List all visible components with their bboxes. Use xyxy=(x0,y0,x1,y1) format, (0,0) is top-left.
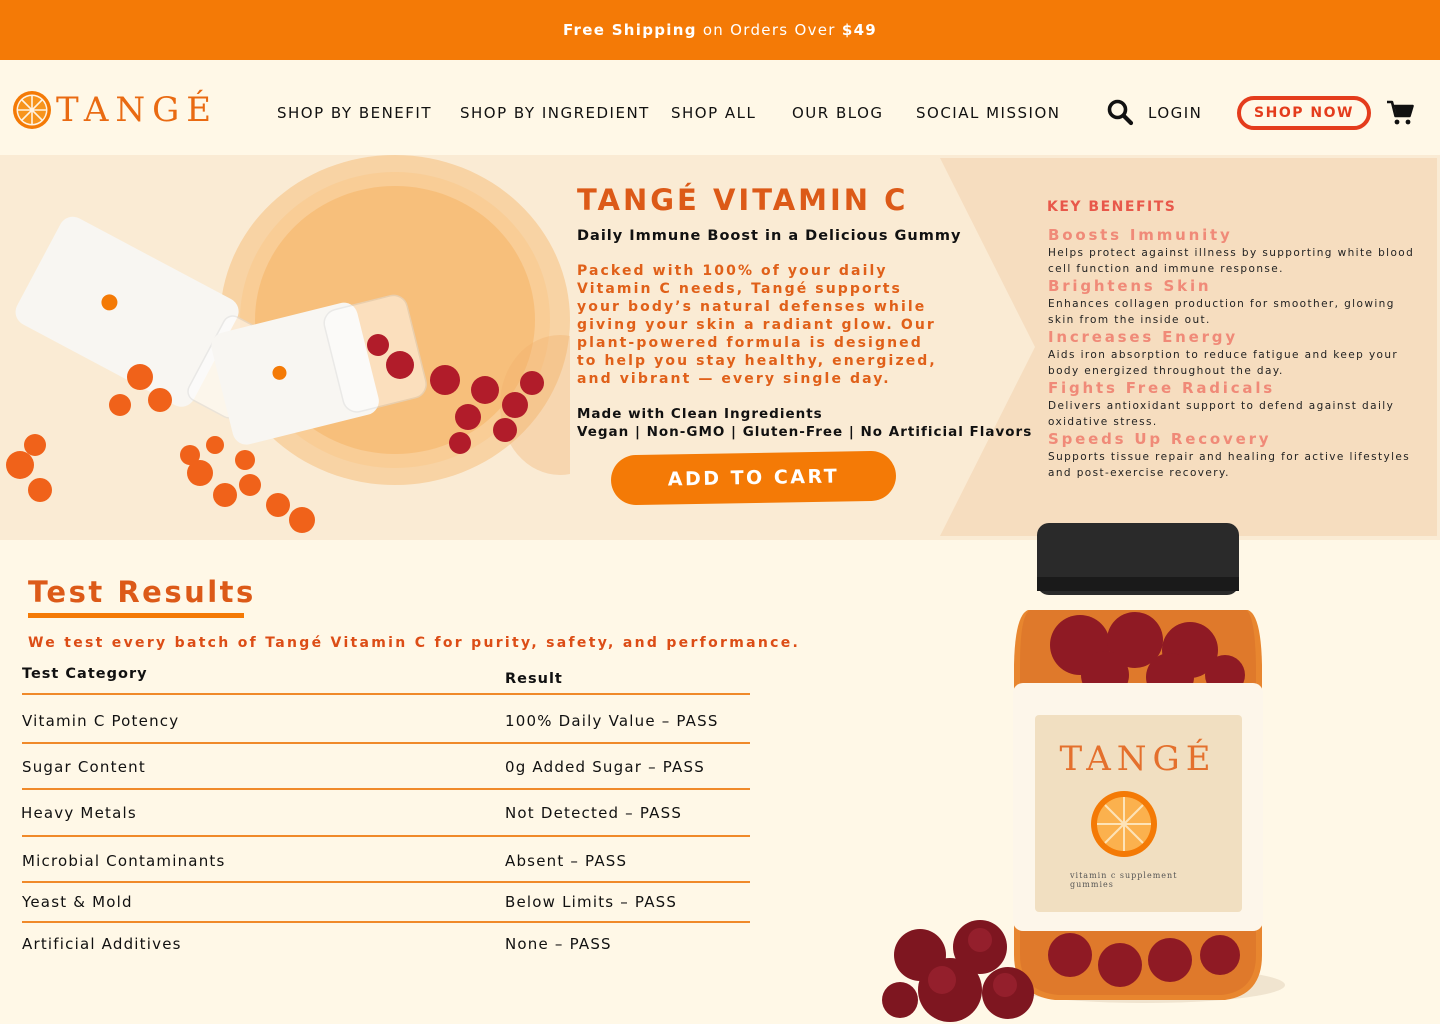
benefit-title: Fights Free Radicals xyxy=(1048,379,1276,397)
hero-section: TANGÉ VITAMIN C Daily Immune Boost in a … xyxy=(0,155,1440,540)
table-cell-result: Below Limits – PASS xyxy=(505,893,678,911)
table-cell-result: 100% Daily Value – PASS xyxy=(505,712,719,730)
key-benefits-heading: KEY BENEFITS xyxy=(1047,199,1177,215)
shop-now-button[interactable]: SHOP NOW xyxy=(1237,96,1371,130)
nav-item-our-blog[interactable]: OUR BLOG xyxy=(792,104,884,122)
benefit-item: Boosts Immunity Helps protect against il… xyxy=(1048,226,1423,277)
site-header: TANGÉ SHOP BY BENEFIT SHOP BY INGREDIENT… xyxy=(0,60,1440,155)
benefit-item: Increases Energy Aids iron absorption to… xyxy=(1048,328,1423,379)
column-header-result: Result xyxy=(505,671,563,687)
search-icon[interactable] xyxy=(1106,98,1134,126)
login-link[interactable]: LOGIN xyxy=(1148,104,1202,122)
benefit-item: Brightens Skin Enhances collagen product… xyxy=(1048,277,1423,328)
jar-label-line2: gummies xyxy=(1070,880,1114,889)
benefit-title: Increases Energy xyxy=(1048,328,1238,346)
table-cell-category: Vitamin C Potency xyxy=(22,712,180,730)
benefit-text: Aids iron absorption to reduce fatigue a… xyxy=(1048,349,1399,377)
table-divider xyxy=(22,693,750,695)
cart-icon[interactable] xyxy=(1386,100,1414,126)
jar-label-brand: TANGÉ xyxy=(1059,738,1216,779)
table-divider xyxy=(22,742,750,744)
clean-ingredients-heading: Made with Clean Ingredients xyxy=(577,406,823,422)
table-cell-category: Sugar Content xyxy=(22,758,146,776)
brand-logo[interactable]: TANGÉ xyxy=(12,90,218,130)
hero-product-image xyxy=(6,155,570,533)
hero-clean-ingredients: Made with Clean Ingredients Vegan | Non-… xyxy=(577,405,1032,441)
benefit-text: Delivers antioxidant support to defend a… xyxy=(1048,400,1395,428)
benefit-item: Fights Free Radicals Delivers antioxidan… xyxy=(1048,379,1423,430)
table-cell-category: Yeast & Mold xyxy=(22,893,133,911)
table-cell-result: None – PASS xyxy=(505,935,612,953)
benefit-text: Helps protect against illness by support… xyxy=(1048,247,1415,275)
table-divider xyxy=(22,788,750,790)
nav-item-shop-by-benefit[interactable]: SHOP BY BENEFIT xyxy=(277,104,432,122)
table-cell-category: Microbial Contaminants xyxy=(22,852,226,870)
promo-middle: on Orders Over xyxy=(696,21,842,39)
product-jar-image: TANGÉ vitamin c supplement gummies xyxy=(882,523,1285,1022)
table-divider xyxy=(22,835,750,837)
table-cell-category: Heavy Metals xyxy=(21,804,137,822)
orange-slice-icon xyxy=(13,91,51,129)
benefit-title: Brightens Skin xyxy=(1048,277,1212,295)
test-results-underline xyxy=(28,613,244,618)
table-divider xyxy=(22,881,750,883)
clean-ingredients-badges: Vegan | Non-GMO | Gluten-Free | No Artif… xyxy=(577,424,1033,440)
nav-item-social-mission[interactable]: SOCIAL MISSION xyxy=(916,104,1060,122)
jar-label-line1: vitamin c supplement xyxy=(1069,871,1177,880)
test-results-intro: We test every batch of Tangé Vitamin C f… xyxy=(28,635,801,651)
benefit-text: Supports tissue repair and healing for a… xyxy=(1048,451,1411,479)
key-benefits-list: Boosts Immunity Helps protect against il… xyxy=(1048,226,1423,481)
table-cell-result: Absent – PASS xyxy=(505,852,628,870)
promo-bar: Free Shipping on Orders Over $49 xyxy=(0,0,1440,60)
hero-subtitle: Daily Immune Boost in a Delicious Gummy xyxy=(577,228,962,244)
table-divider xyxy=(22,921,750,923)
benefit-item: Speeds Up Recovery Supports tissue repai… xyxy=(1048,430,1423,481)
benefit-text: Enhances collagen production for smoothe… xyxy=(1048,298,1395,326)
brand-name: TANGÉ xyxy=(56,90,219,130)
promo-free-shipping: Free Shipping xyxy=(562,21,697,39)
table-cell-result: Not Detected – PASS xyxy=(505,804,683,822)
hero-title: TANGÉ VITAMIN C xyxy=(577,183,909,217)
nav-item-shop-by-ingredient[interactable]: SHOP BY INGREDIENT xyxy=(460,104,650,122)
benefit-title: Boosts Immunity xyxy=(1048,226,1233,244)
nav-item-shop-all[interactable]: SHOP ALL xyxy=(671,104,756,122)
benefit-title: Speeds Up Recovery xyxy=(1048,430,1272,448)
column-header-category: Test Category xyxy=(22,666,148,682)
promo-amount: $49 xyxy=(841,21,878,39)
add-to-cart-button[interactable]: ADD TO CART xyxy=(610,450,897,506)
table-cell-result: 0g Added Sugar – PASS xyxy=(505,758,705,776)
hero-description: Packed with 100% of your daily Vitamin C… xyxy=(577,263,937,387)
test-results-title: Test Results xyxy=(28,575,256,609)
table-cell-category: Artificial Additives xyxy=(22,935,182,953)
